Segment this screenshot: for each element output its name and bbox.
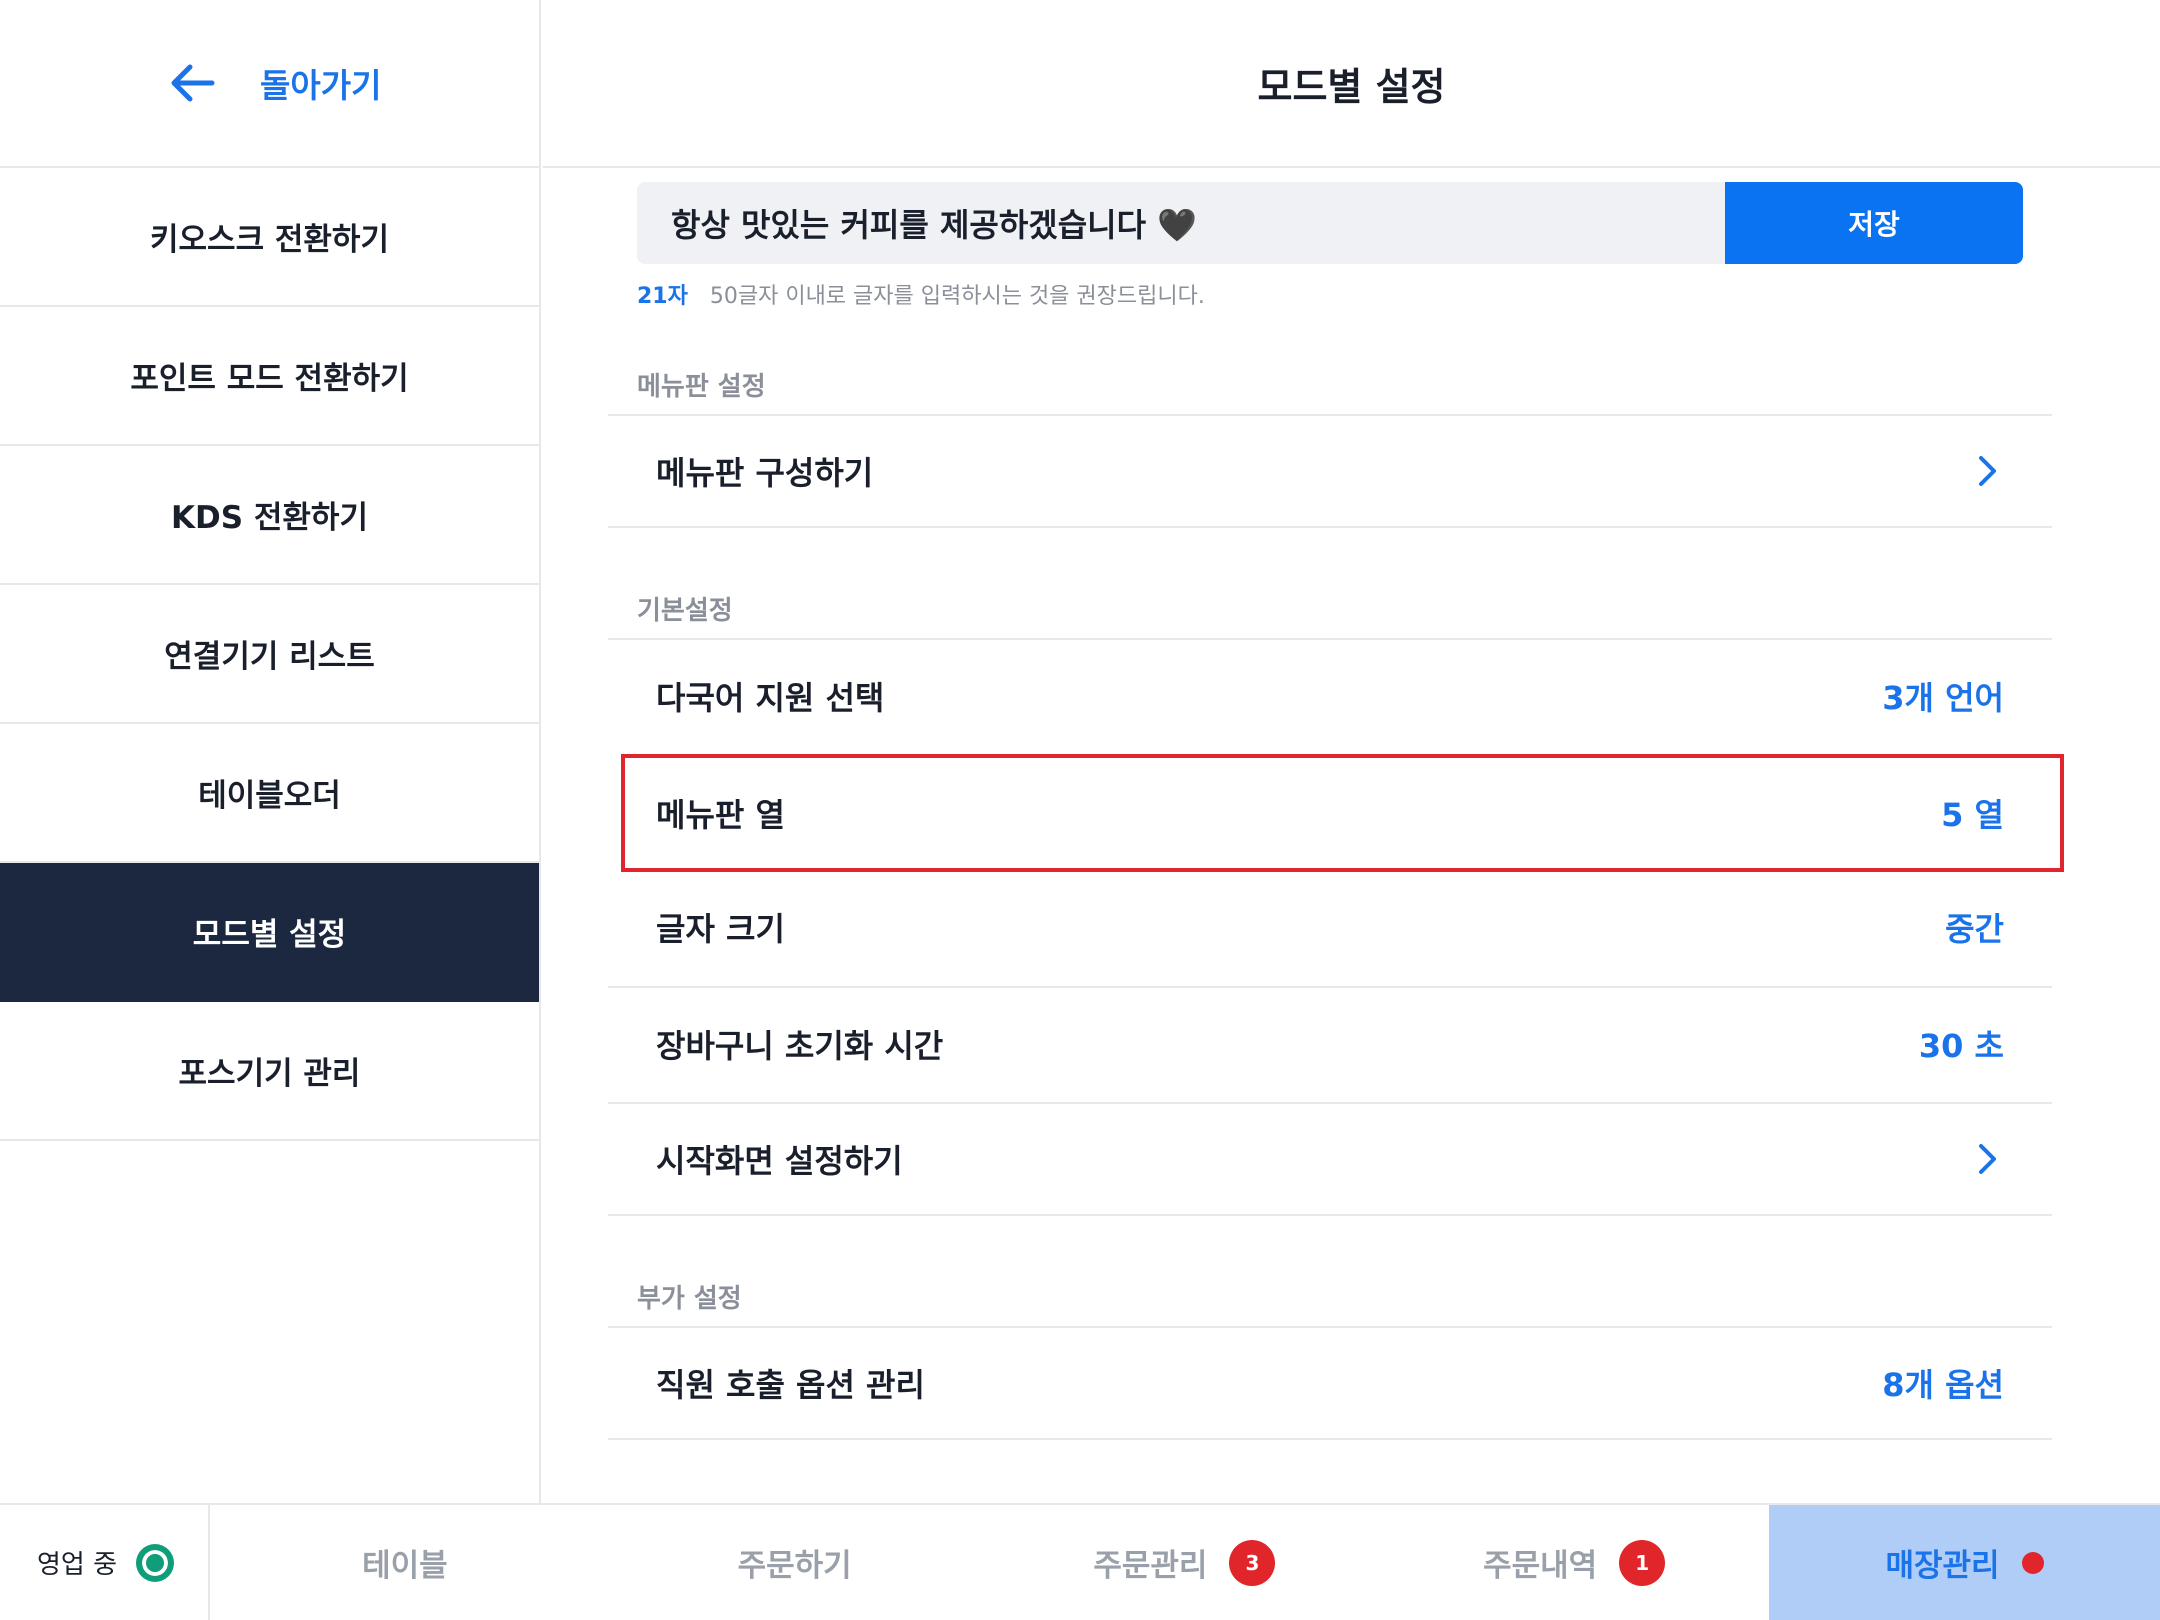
message-counter: 21자 50글자 이내로 글자를 입력하시는 것을 권장드립니다.	[637, 278, 1205, 310]
sidebar-item-mode-settings[interactable]: 모드별 설정	[0, 863, 539, 1002]
sidebar-item-connected-devices[interactable]: 연결기기 리스트	[0, 585, 539, 724]
back-label: 돌아가기	[260, 66, 382, 105]
section-label-basic: 기본설정	[637, 596, 733, 626]
char-count: 21자	[637, 284, 688, 309]
row-label: 메뉴판 열	[656, 796, 785, 834]
store-status[interactable]: 영업 중	[0, 1505, 210, 1620]
row-label: 장바구니 초기화 시간	[656, 1027, 944, 1065]
row-label: 메뉴판 구성하기	[656, 454, 874, 492]
row-value: 8개 옵션	[1882, 1366, 2004, 1404]
arrow-left-icon	[171, 64, 215, 102]
page-title: 모드별 설정	[1257, 64, 1446, 109]
row-label: 시작화면 설정하기	[656, 1142, 903, 1180]
sidebar-item-table-order[interactable]: 테이블오더	[0, 724, 539, 863]
tab-order-management[interactable]: 주문관리 3	[990, 1505, 1380, 1620]
sidebar-item-kds[interactable]: KDS 전환하기	[0, 446, 539, 585]
message-input[interactable]: 항상 맛있는 커피를 제공하겠습니다 🖤	[637, 182, 1727, 264]
char-hint: 50글자 이내로 글자를 입력하시는 것을 권장드립니다.	[709, 284, 1205, 309]
sidebar: 돌아가기 키오스크 전환하기 포인트 모드 전환하기 KDS 전환하기 연결기기…	[0, 0, 541, 1503]
chevron-right-icon	[1979, 456, 1996, 486]
row-value: 3개 언어	[1882, 679, 2004, 717]
save-button[interactable]: 저장	[1725, 182, 2023, 264]
status-label: 영업 중	[36, 1550, 118, 1580]
tab-label: 주문내역	[1483, 1548, 1598, 1584]
row-value: 중간	[1945, 910, 2004, 948]
section-label-extra: 부가 설정	[637, 1284, 742, 1314]
sidebar-item-point-mode[interactable]: 포인트 모드 전환하기	[0, 307, 539, 446]
main-content: 항상 맛있는 커피를 제공하겠습니다 🖤 저장 21자 50글자 이내로 글자를…	[543, 170, 2160, 1503]
sidebar-item-pos-devices[interactable]: 포스기기 관리	[0, 1002, 539, 1141]
row-cart-reset-time[interactable]: 장바구니 초기화 시간 30 초	[608, 986, 2052, 1100]
tab-label: 매장관리	[1885, 1548, 2000, 1584]
message-input-value: 항상 맛있는 커피를 제공하겠습니다 🖤	[671, 206, 1198, 244]
row-multilanguage[interactable]: 다국어 지원 선택 3개 언어	[608, 638, 2052, 752]
row-menu-columns[interactable]: 메뉴판 열 5 열	[608, 754, 2052, 872]
row-menu-board-config[interactable]: 메뉴판 구성하기	[608, 414, 2052, 528]
tab-table[interactable]: 테이블	[210, 1505, 600, 1620]
row-staff-call-options[interactable]: 직원 호출 옵션 관리 8개 옵션	[608, 1326, 2052, 1440]
row-label: 글자 크기	[656, 910, 785, 948]
row-font-size[interactable]: 글자 크기 중간	[608, 870, 2052, 984]
row-value: 30 초	[1918, 1027, 2004, 1065]
back-button[interactable]: 돌아가기	[0, 0, 539, 168]
tab-label: 주문관리	[1093, 1548, 1208, 1584]
section-label-menu-board: 메뉴판 설정	[637, 372, 766, 402]
row-start-screen[interactable]: 시작화면 설정하기	[608, 1102, 2052, 1216]
order-history-badge: 1	[1619, 1539, 1666, 1586]
tab-label: 주문하기	[737, 1548, 852, 1584]
notification-dot-icon	[2021, 1551, 2044, 1574]
bottom-tab-bar: 영업 중 테이블 주문하기 주문관리 3 주문내역 1 매장관리	[0, 1503, 2160, 1620]
chevron-right-icon	[1979, 1144, 1996, 1174]
sidebar-item-kiosk[interactable]: 키오스크 전환하기	[0, 168, 539, 307]
row-label: 다국어 지원 선택	[656, 679, 885, 717]
row-value: 5 열	[1941, 796, 2004, 834]
row-label: 직원 호출 옵션 관리	[656, 1366, 925, 1404]
tab-order-history[interactable]: 주문내역 1	[1379, 1505, 1769, 1620]
header: 모드별 설정	[543, 0, 2160, 168]
tab-order[interactable]: 주문하기	[600, 1505, 990, 1620]
tab-label: 테이블	[362, 1548, 448, 1584]
order-management-badge: 3	[1229, 1539, 1276, 1586]
tab-store-management[interactable]: 매장관리	[1769, 1505, 2160, 1620]
status-dot-icon	[139, 1546, 172, 1579]
